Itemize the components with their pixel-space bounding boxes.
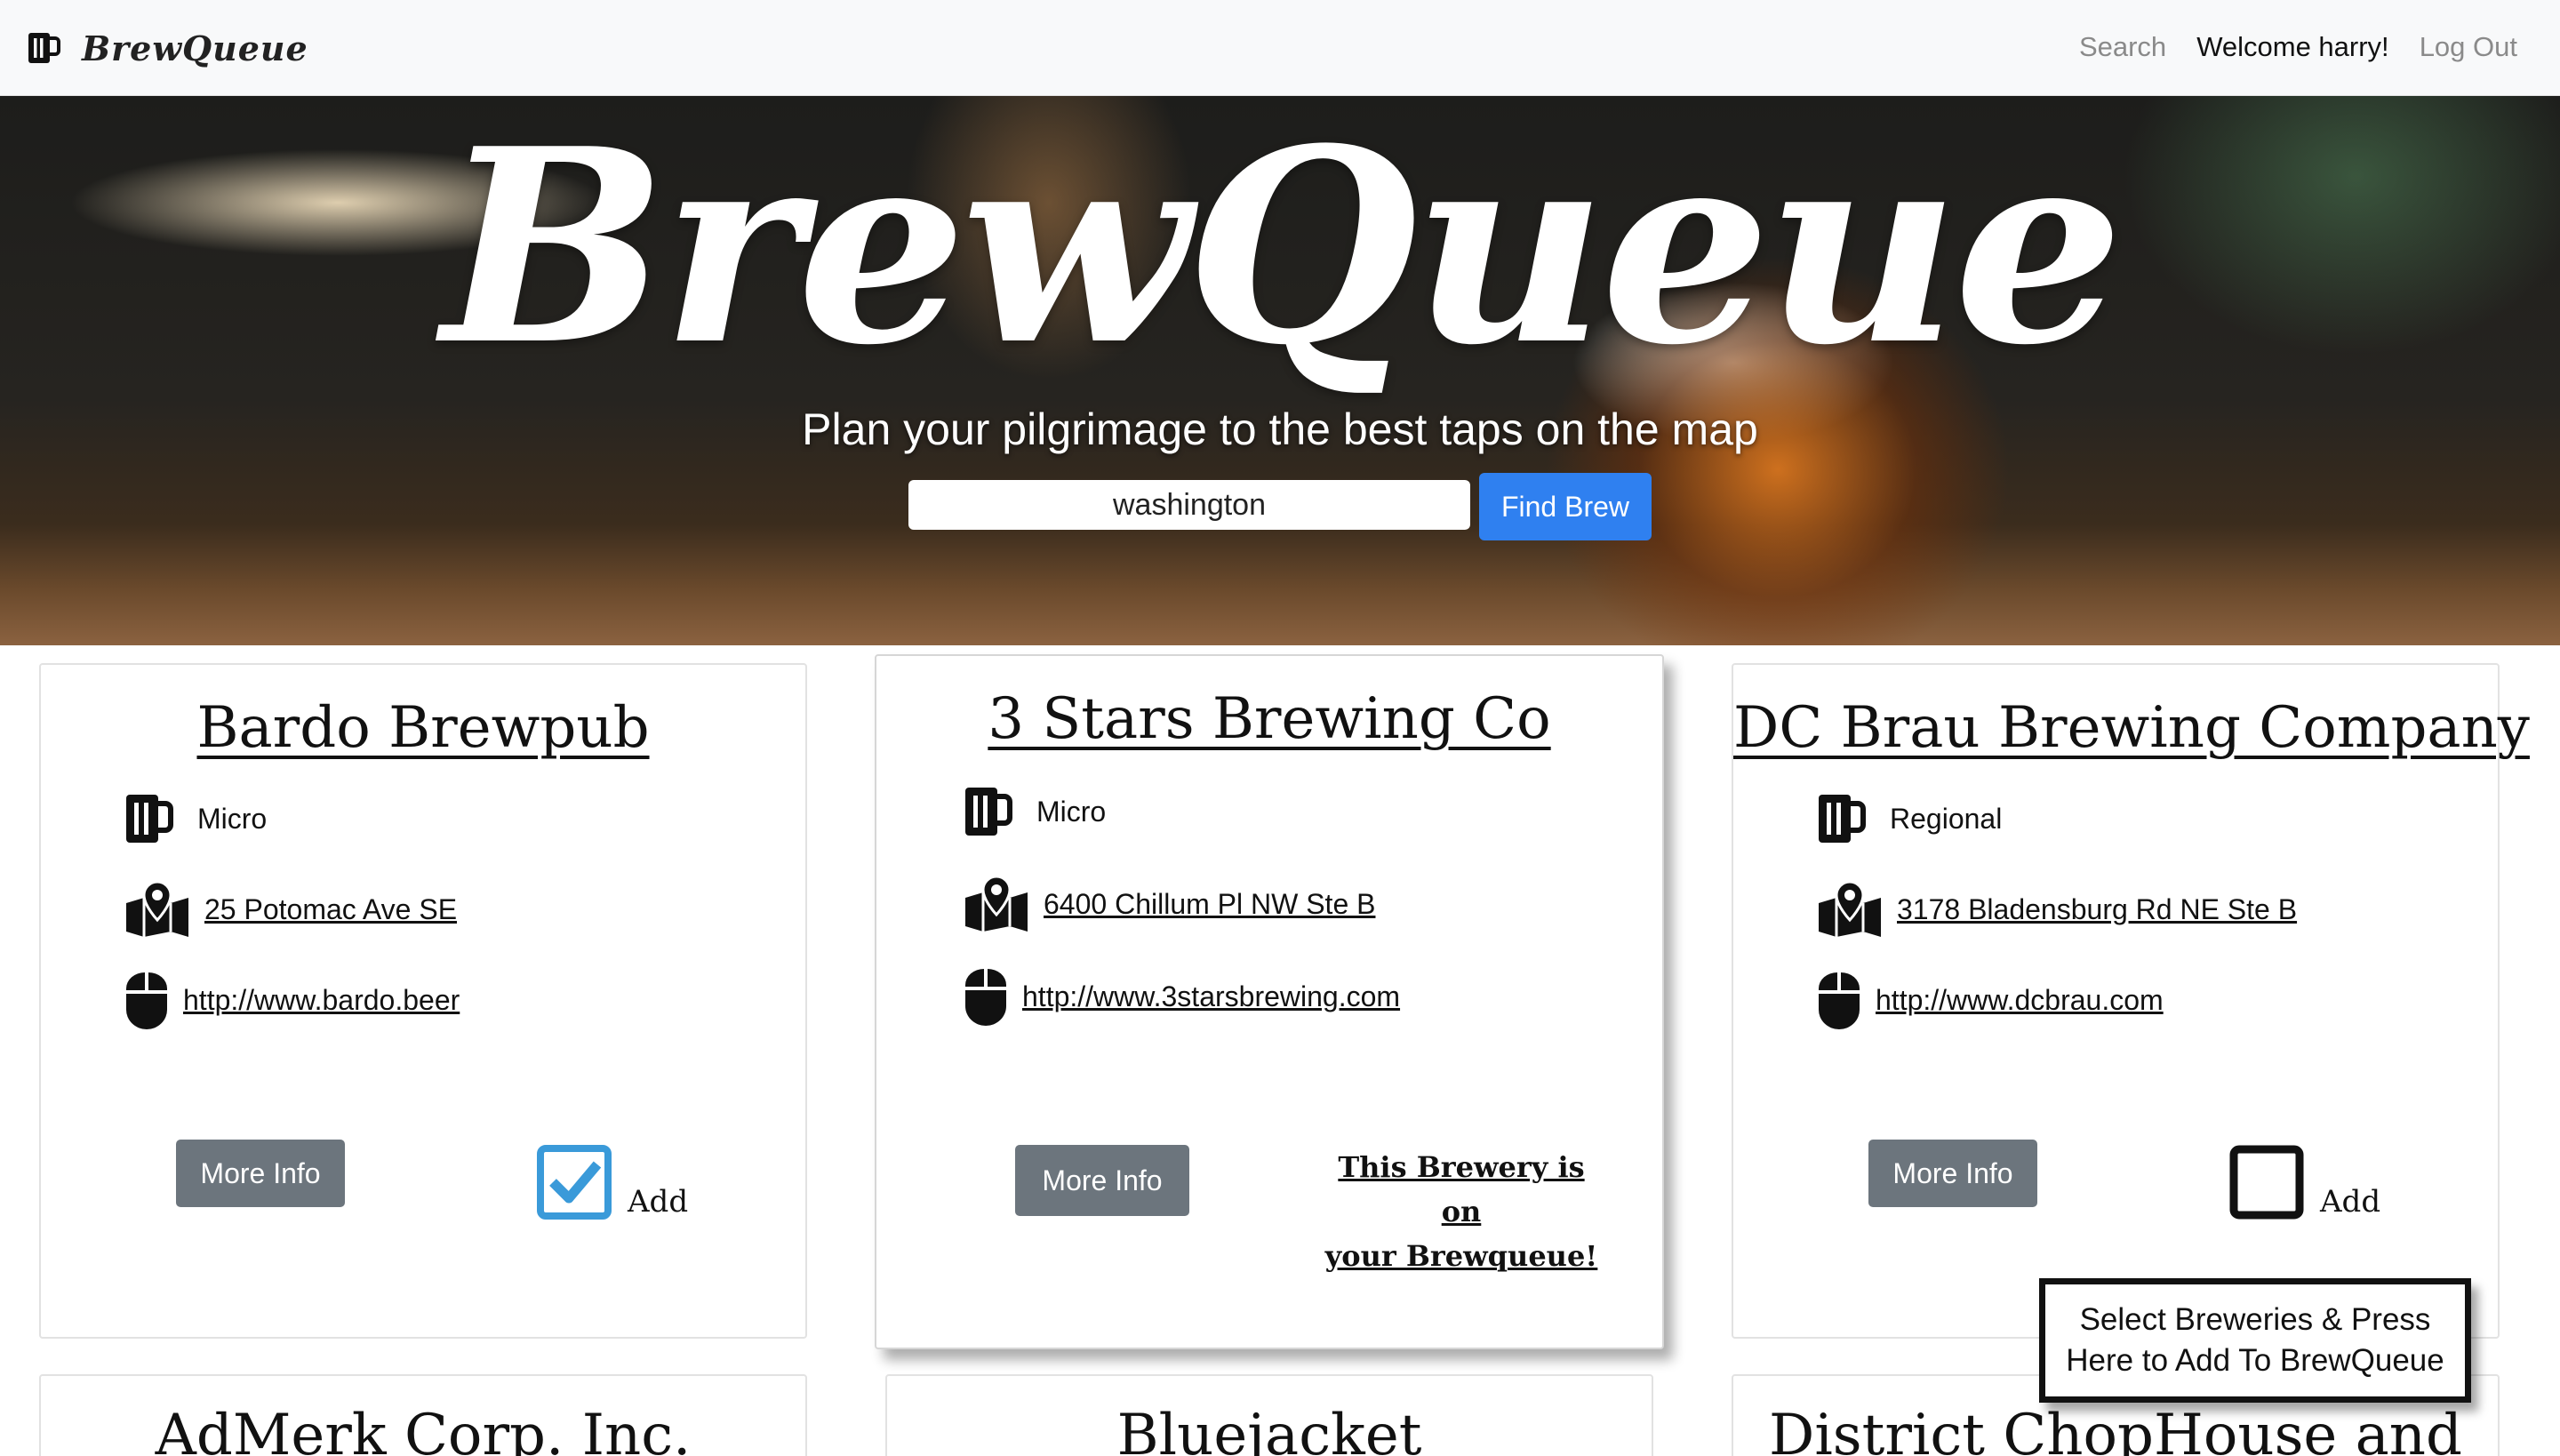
mouse-icon (126, 972, 167, 1029)
on-brewqueue-line-2: your Brewqueue! (1324, 1239, 1598, 1273)
brewery-website-row: http://www.dcbrau.com (1817, 971, 2164, 1029)
add-checkbox-unchecked[interactable] (2229, 1145, 2304, 1220)
more-info-button[interactable]: More Info (1015, 1145, 1189, 1216)
add-label: Add (628, 1184, 689, 1220)
brewery-type-row: Micro (964, 786, 1106, 837)
on-brewqueue-link[interactable]: This Brewery is on your Brewqueue! (1319, 1145, 1604, 1278)
welcome-text: Welcome harry! (2196, 31, 2389, 62)
search-input[interactable] (908, 480, 1470, 530)
add-to-brewqueue-line-2: Here to Add To BrewQueue (2066, 1343, 2444, 1378)
mouse-icon (1819, 972, 1860, 1029)
brewery-website-link[interactable]: http://www.3starsbrewing.com (1022, 980, 1400, 1013)
brewery-website-link[interactable]: http://www.bardo.beer (183, 984, 460, 1017)
brewery-name-link[interactable]: Bardo Brewpub (41, 695, 805, 761)
brewery-website-row: http://www.bardo.beer (124, 971, 460, 1029)
mouse-icon (965, 969, 1006, 1026)
brewery-card: Bardo Brewpub Micro 25 Potomac Ave SE ht… (39, 663, 807, 1339)
brewery-type: Micro (197, 802, 268, 835)
brewery-address-row: 6400 Chillum Pl NW Ste B (964, 875, 1375, 933)
brewery-address-row: 25 Potomac Ave SE (124, 880, 457, 939)
map-marker-icon (965, 875, 1028, 932)
brewery-name-link[interactable]: DC Brau Brewing Company (1733, 695, 2530, 761)
beer-mug-icon (965, 788, 1012, 836)
brewery-website-row: http://www.3starsbrewing.com (964, 967, 1400, 1026)
map-marker-icon (126, 880, 188, 937)
brewery-type-row: Regional (1817, 793, 2002, 844)
more-info-button[interactable]: More Info (176, 1140, 345, 1207)
map-marker-icon (1819, 880, 1881, 937)
hero-wordmark: BrewQueue (441, 96, 2124, 404)
brewery-website-link[interactable]: http://www.dcbrau.com (1876, 984, 2164, 1017)
brewery-type-row: Micro (124, 793, 267, 844)
find-brew-button[interactable]: Find Brew (1479, 473, 1652, 540)
brewery-card: DC Brau Brewing Company Regional 3178 Bl… (1732, 663, 2530, 1339)
brand[interactable]: BrewQueue (27, 23, 308, 73)
brewery-name-link[interactable]: District ChopHouse and (1733, 1403, 2498, 1456)
brewery-card: AdMerk Corp. Inc. (39, 1374, 807, 1456)
brewery-address-row: 3178 Bladensburg Rd NE Ste B (1817, 880, 2297, 939)
brewery-type: Micro (1036, 795, 1107, 828)
brewery-address-link[interactable]: 6400 Chillum Pl NW Ste B (1044, 888, 1375, 921)
brewery-card: 3 Stars Brewing Co Micro 6400 Chillum Pl… (875, 654, 1664, 1349)
beer-mug-icon (126, 795, 173, 843)
nav-links: Search Welcome harry! Log Out (2079, 27, 2517, 68)
brewery-address-link[interactable]: 25 Potomac Ave SE (204, 893, 457, 926)
brewery-type: Regional (1890, 802, 2003, 835)
logout-link[interactable]: Log Out (2420, 31, 2517, 63)
more-info-button[interactable]: More Info (1868, 1140, 2037, 1207)
brewery-address-link[interactable]: 3178 Bladensburg Rd NE Ste B (1897, 893, 2297, 926)
brewery-name-link[interactable]: 3 Stars Brewing Co (876, 686, 1662, 752)
add-to-brewqueue-button[interactable]: Select Breweries & Press Here to Add To … (2039, 1278, 2471, 1403)
hero-tagline: Plan your pilgrimage to the best taps on… (802, 404, 1758, 454)
brewery-name-link[interactable]: AdMerk Corp. Inc. (41, 1403, 805, 1456)
on-brewqueue-line-1: This Brewery is on (1338, 1150, 1585, 1228)
beer-mug-icon (28, 33, 60, 63)
brand-name[interactable]: BrewQueue (82, 28, 308, 68)
brewery-name-link[interactable]: Bluejacket (887, 1403, 1652, 1456)
hero-banner: BrewQueue Plan your pilgrimage to the be… (0, 96, 2560, 645)
add-label: Add (2320, 1184, 2381, 1220)
add-to-brewqueue-line-1: Select Breweries & Press (2079, 1302, 2431, 1337)
brewery-card: Bluejacket (885, 1374, 1653, 1456)
nav-search-link[interactable]: Search (2079, 31, 2166, 63)
add-checkbox-checked[interactable] (537, 1145, 612, 1220)
navbar: BrewQueue Search Welcome harry! Log Out (0, 0, 2560, 96)
beer-mug-icon (1819, 795, 1866, 843)
